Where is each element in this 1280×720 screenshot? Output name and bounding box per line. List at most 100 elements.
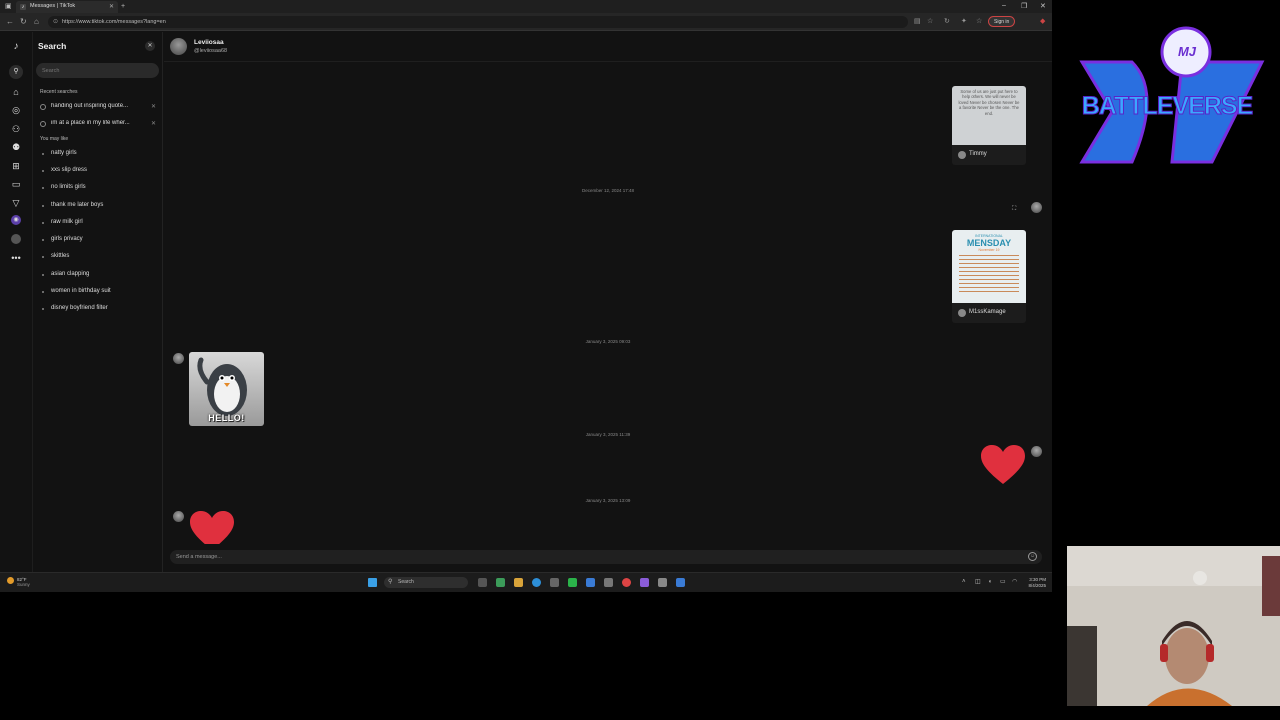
url-field[interactable]: ⊙ https://www.tiktok.com/messages?lang=e… — [48, 16, 908, 28]
explore-icon[interactable]: ◎ — [10, 104, 22, 116]
suggestion-text: asian clapping — [51, 271, 90, 277]
activity-icon[interactable]: ▽ — [10, 197, 22, 209]
emoji-icon[interactable]: ☺ — [1028, 552, 1037, 561]
message-input[interactable] — [170, 550, 1010, 564]
address-bar: ← ↻ ⌂ ⊙ https://www.tiktok.com/messages?… — [0, 13, 1052, 31]
refresh-icon[interactable]: ↻ — [20, 17, 27, 26]
reader-icon[interactable]: ▤ — [914, 17, 921, 26]
taskbar-clock[interactable]: 3:30 PM 8/4/2025 — [1022, 577, 1046, 588]
edge-icon[interactable] — [532, 578, 541, 587]
volume-icon[interactable]: ◖ — [988, 578, 992, 586]
battery-icon[interactable]: ▭ — [1000, 578, 1006, 586]
recent-search-item[interactable]: im at a place in my life wher... ✕ — [40, 120, 158, 130]
message-timestamp: January 3, 2025 13:09 — [585, 498, 631, 503]
tab-title: Messages | TikTok — [30, 3, 76, 9]
app-icon[interactable] — [676, 578, 685, 587]
shared-video-author: M1ssKamage — [952, 303, 1026, 323]
contact-name[interactable]: Leviiosaa — [194, 39, 224, 46]
tab-actions-icon[interactable]: ▣ — [5, 2, 12, 11]
shared-video-caption: Some of us are just put here to help oth… — [958, 89, 1020, 116]
task-view-icon[interactable] — [478, 578, 487, 587]
back-icon[interactable]: ← — [6, 17, 14, 26]
upload-icon[interactable]: ⊞ — [10, 160, 22, 172]
network-icon[interactable]: ◫ — [975, 578, 981, 586]
suggestion-text: skittles — [51, 253, 70, 259]
app-icon[interactable] — [658, 578, 667, 587]
suggestion-text: no limits girls — [51, 184, 86, 190]
search-icon[interactable]: ⚲ — [9, 65, 23, 79]
bullet-icon — [42, 170, 44, 172]
search-panel-title: Search — [38, 41, 67, 51]
search-input[interactable] — [36, 63, 159, 78]
recent-search-text: handing out inspiring quote... — [51, 103, 129, 109]
suggestion-text: thank me later boys — [51, 202, 104, 208]
following-icon[interactable]: ⚇ — [10, 123, 22, 135]
browser-window: ▣ ♪ Messages | TikTok ✕ + – ❐ ✕ ← ↻ ⌂ ⊙ … — [0, 0, 1052, 592]
bullet-icon — [42, 239, 44, 241]
tiktok-logo-icon[interactable]: ♪ — [10, 41, 22, 53]
url-text: https://www.tiktok.com/messages?lang=en — [62, 19, 166, 25]
sign-in-button[interactable]: Sign in — [988, 16, 1016, 27]
app-icon[interactable] — [586, 578, 595, 587]
start-button[interactable] — [368, 578, 377, 587]
weather-desc: Sunny — [17, 582, 30, 587]
remove-icon[interactable]: ✕ — [151, 103, 156, 110]
coins-icon[interactable]: ◉ — [11, 215, 21, 225]
tab-bar: ▣ ♪ Messages | TikTok ✕ + – ❐ ✕ — [0, 0, 1052, 13]
message-timestamp: January 3, 2025 11:39 — [585, 432, 631, 437]
app-icon[interactable] — [550, 578, 559, 587]
thumbnail-line: November 19 — [978, 248, 1000, 252]
extension-icon[interactable]: ↻ — [944, 17, 950, 26]
search-icon: ⚲ — [388, 579, 393, 585]
webcam-image — [1067, 546, 1280, 706]
app-icon[interactable] — [640, 578, 649, 587]
app-icon[interactable] — [622, 578, 631, 587]
profile-avatar[interactable] — [11, 234, 21, 244]
shared-video-card[interactable]: INTERNATIONAL MENSDAY November 19 M1ssKa… — [952, 230, 1026, 323]
heart-icon — [190, 511, 234, 544]
close-tab-icon[interactable]: ✕ — [109, 3, 114, 10]
message-composer: ☺ — [170, 550, 1042, 564]
friends-icon[interactable]: ⚉ — [10, 141, 22, 153]
shared-video-thumbnail: INTERNATIONAL MENSDAY November 19 — [952, 230, 1026, 303]
close-window-icon[interactable]: ✕ — [1040, 2, 1046, 10]
tab-messages[interactable]: ♪ Messages | TikTok ✕ — [16, 1, 118, 13]
bullet-icon — [42, 187, 44, 189]
heart-icon — [981, 445, 1025, 484]
favorites-icon[interactable]: ☆ — [976, 17, 982, 26]
hello-sticker[interactable]: HELLO! — [189, 352, 264, 426]
sun-icon — [7, 577, 14, 584]
repost-icon[interactable]: ⛶ — [1012, 206, 1016, 213]
shared-video-card[interactable]: Some of us are just put here to help oth… — [952, 86, 1026, 165]
contact-avatar[interactable] — [170, 38, 187, 55]
app-icon[interactable] — [496, 578, 505, 587]
chevron-up-icon[interactable]: ˄ — [962, 578, 966, 586]
messages-icon[interactable]: ▭ — [10, 178, 22, 190]
webcam-feed — [1067, 546, 1280, 706]
suggestion-text: girls privacy — [51, 236, 83, 242]
new-tab-icon[interactable]: + — [121, 2, 125, 11]
wifi-icon[interactable]: ◠ — [1012, 578, 1017, 586]
copilot-icon[interactable]: ◆ — [1040, 17, 1045, 26]
app-icon[interactable] — [604, 578, 613, 587]
sender-avatar — [1031, 202, 1042, 213]
clock-date: 8/4/2025 — [1028, 582, 1046, 588]
close-search-icon[interactable]: ✕ — [145, 41, 155, 51]
remove-icon[interactable]: ✕ — [151, 120, 156, 127]
favorite-star-icon[interactable]: ☆ — [927, 17, 933, 26]
file-explorer-icon[interactable] — [514, 578, 523, 587]
home-icon[interactable]: ⌂ — [34, 17, 39, 26]
app-icon[interactable] — [568, 578, 577, 587]
bullet-icon — [42, 291, 44, 293]
more-icon[interactable]: ••• — [10, 252, 22, 264]
recent-search-item[interactable]: handing out inspiring quote... ✕ — [40, 103, 158, 113]
contact-handle: @leviiosaa68 — [194, 48, 228, 54]
home-icon[interactable]: ⌂ — [10, 86, 22, 98]
puzzle-icon[interactable]: ✦ — [961, 17, 967, 26]
taskbar-search[interactable]: ⚲ Search — [384, 577, 468, 588]
restore-icon[interactable]: ❐ — [1021, 2, 1027, 10]
minimize-icon[interactable]: – — [1002, 2, 1006, 9]
tiktok-app: ♪ ⚲ ⌂ ◎ ⚇ ⚉ ⊞ ▭ ▽ ◉ ••• Search ✕ Recent … — [0, 32, 1052, 572]
chat-panel: Leviiosaa @leviiosaa68 Some of us are ju… — [164, 32, 1052, 572]
suggestion-text: women in birthday suit — [51, 288, 111, 294]
